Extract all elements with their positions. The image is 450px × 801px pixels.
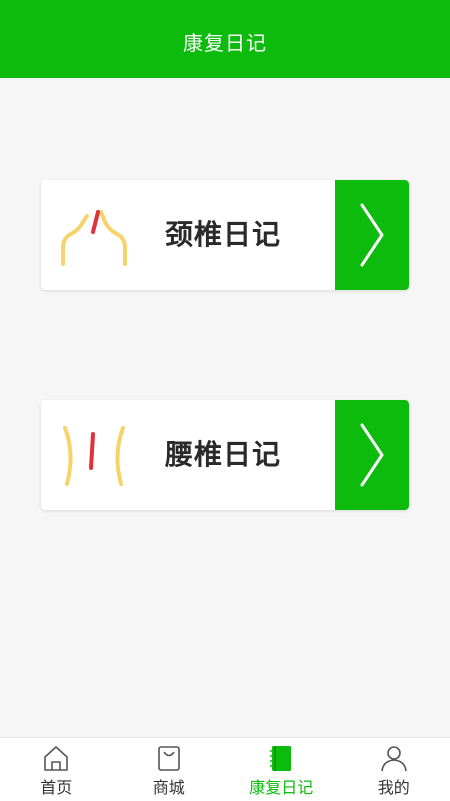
chevron-right-icon xyxy=(358,203,386,267)
top-header: 康复日记 xyxy=(0,0,450,78)
lumbar-diary-go-button[interactable] xyxy=(335,400,409,510)
tab-label: 我的 xyxy=(378,774,410,798)
lumbar-spine-icon xyxy=(57,424,131,486)
bottom-tab-bar: 首页 商城 康复日记 我的 xyxy=(0,737,450,801)
tab-label: 康复日记 xyxy=(249,774,313,798)
shopping-bag-icon xyxy=(154,743,184,773)
chevron-right-icon xyxy=(358,423,386,487)
neck-spine-icon xyxy=(57,204,131,266)
tab-label: 首页 xyxy=(40,774,72,798)
card-label: 腰椎日记 xyxy=(165,400,281,510)
tab-mall[interactable]: 商城 xyxy=(113,738,226,801)
home-icon xyxy=(41,743,71,773)
lumbar-diary-card[interactable]: 腰椎日记 xyxy=(41,400,409,510)
neck-diary-card[interactable]: 颈椎日记 xyxy=(41,180,409,290)
tab-rehab-diary[interactable]: 康复日记 xyxy=(225,738,338,801)
tab-label: 商城 xyxy=(153,774,185,798)
card-label: 颈椎日记 xyxy=(165,180,281,290)
notebook-icon xyxy=(266,743,296,773)
user-icon xyxy=(379,743,409,773)
tab-home[interactable]: 首页 xyxy=(0,738,113,801)
page-title: 康复日记 xyxy=(183,27,267,56)
neck-diary-go-button[interactable] xyxy=(335,180,409,290)
tab-mine[interactable]: 我的 xyxy=(338,738,450,801)
